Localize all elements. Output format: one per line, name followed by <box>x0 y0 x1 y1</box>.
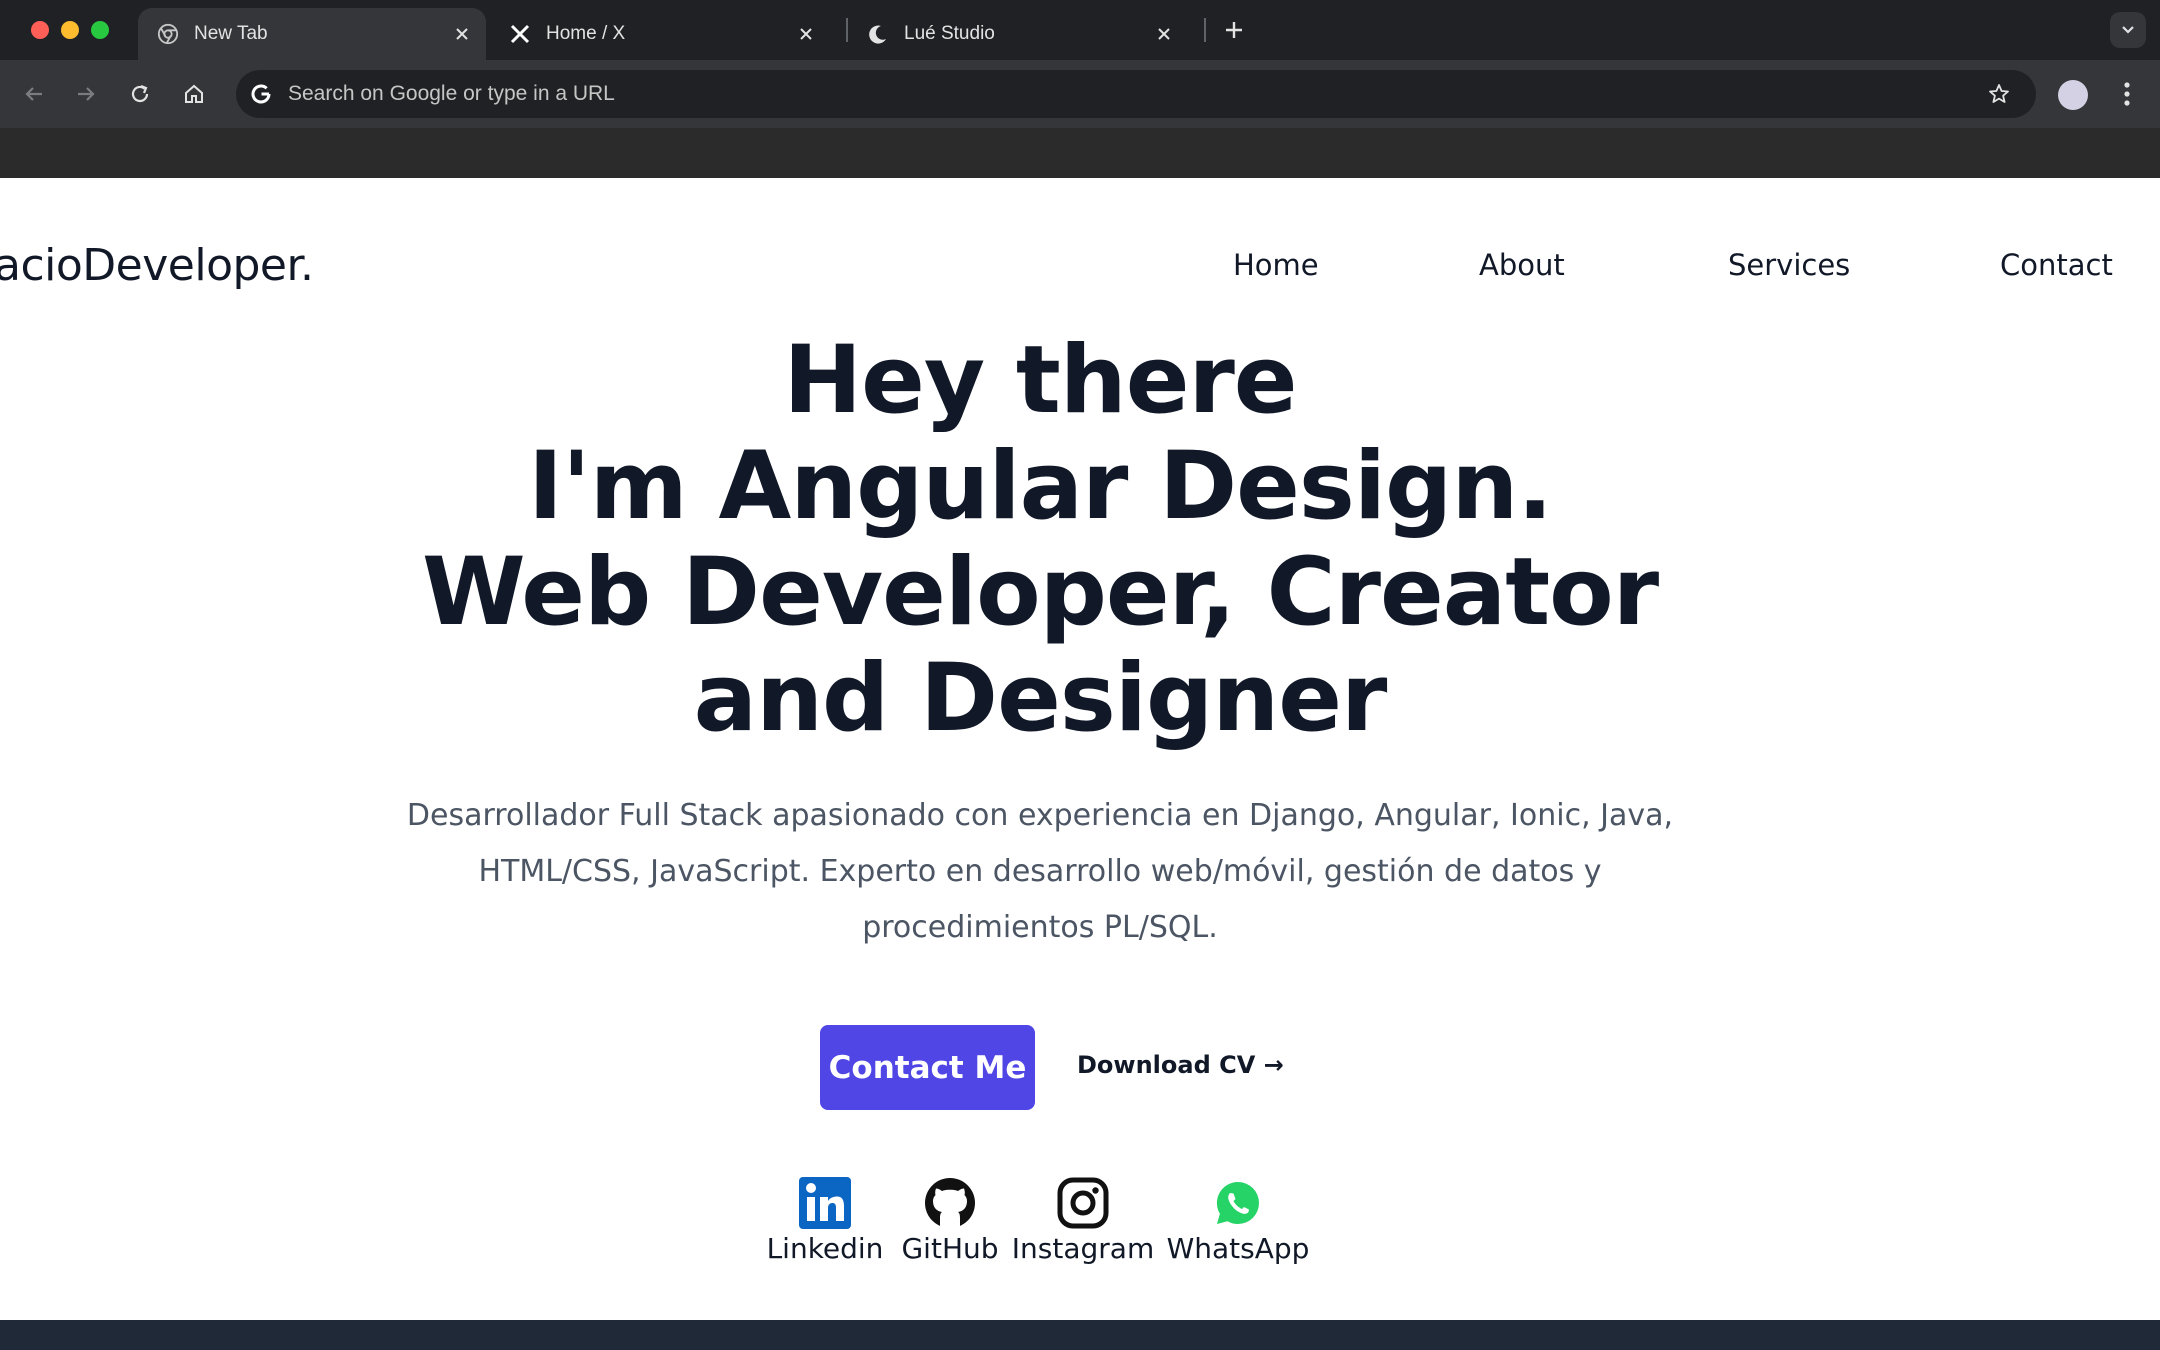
arrow-right-icon <box>78 87 95 101</box>
tab-title: Home / X <box>546 23 626 44</box>
address-bar-placeholder: Search on Google or type in a URL <box>288 82 615 105</box>
tab-title: New Tab <box>194 23 268 44</box>
hero-line: Hey there <box>783 326 1297 435</box>
profile-avatar[interactable] <box>2058 80 2088 110</box>
download-cv-link[interactable]: Download CV → <box>1077 1051 1284 1079</box>
bookmark-star-icon[interactable] <box>1984 79 2014 109</box>
hero-heading: Hey there I'm Angular Design. Web Develo… <box>240 328 1840 752</box>
social-link-instagram[interactable]: Instagram <box>1012 1176 1154 1265</box>
kebab-menu-icon <box>2124 82 2130 106</box>
tab-search-button[interactable] <box>2110 12 2146 48</box>
page-viewport: acioDeveloper. Home About Services Conta… <box>0 178 2160 1320</box>
nav-link-home[interactable]: Home <box>1233 248 1319 282</box>
new-tab-button[interactable] <box>1218 14 1250 46</box>
page-footer-edge <box>0 1320 2160 1350</box>
site-logo[interactable]: acioDeveloper. <box>0 240 314 291</box>
linkedin-icon <box>798 1176 852 1230</box>
close-icon[interactable] <box>450 22 474 46</box>
chrome-icon <box>156 22 180 46</box>
tab-lue-studio[interactable]: Lué Studio <box>848 8 1188 60</box>
home-icon <box>185 84 203 103</box>
crescent-moon-icon <box>866 22 890 46</box>
social-label: Instagram <box>1011 1232 1155 1265</box>
home-button[interactable] <box>176 76 212 112</box>
arrow-left-icon <box>25 87 42 101</box>
minimize-window-button[interactable] <box>61 21 79 39</box>
tab-strip: New Tab Home / X Lué Studio <box>0 0 2160 60</box>
x-logo-icon <box>508 22 532 46</box>
tab-title: Lué Studio <box>904 23 995 44</box>
social-label: Linkedin <box>766 1232 884 1265</box>
maximize-window-button[interactable] <box>91 21 109 39</box>
close-icon[interactable] <box>1152 22 1176 46</box>
whatsapp-icon <box>1211 1176 1265 1230</box>
nav-link-about[interactable]: About <box>1479 248 1565 282</box>
plus-icon <box>1226 22 1242 38</box>
tab-separator <box>1204 18 1206 42</box>
nav-link-contact[interactable]: Contact <box>2000 248 2113 282</box>
forward-button[interactable] <box>68 76 104 112</box>
google-g-icon <box>248 81 274 107</box>
back-button[interactable] <box>16 76 52 112</box>
social-label: WhatsApp <box>1166 1232 1310 1265</box>
description-line: HTML/CSS, JavaScript. Experto en desarro… <box>478 854 1602 889</box>
social-link-github[interactable]: GitHub <box>900 1176 1000 1265</box>
hero-line: and Designer <box>693 644 1388 753</box>
github-icon <box>923 1176 977 1230</box>
social-link-linkedin[interactable]: Linkedin <box>767 1176 883 1265</box>
contact-me-button[interactable]: Contact Me <box>820 1025 1035 1110</box>
close-icon[interactable] <box>794 22 818 46</box>
hero-line: I'm Angular Design. <box>528 432 1553 541</box>
nav-link-services[interactable]: Services <box>1728 248 1850 282</box>
description-line: procedimientos PL/SQL. <box>862 910 1218 945</box>
bookmarks-bar <box>0 128 2160 178</box>
tab-new-tab[interactable]: New Tab <box>138 8 486 60</box>
social-link-whatsapp[interactable]: WhatsApp <box>1166 1176 1310 1265</box>
chevron-down-icon <box>2122 26 2134 34</box>
reload-button[interactable] <box>122 76 158 112</box>
browser-menu-button[interactable] <box>2112 76 2142 112</box>
hero-line: Web Developer, Creator <box>421 538 1659 647</box>
instagram-icon <box>1056 1176 1110 1230</box>
address-bar[interactable]: Search on Google or type in a URL <box>236 70 2036 118</box>
hero-description: Desarrollador Full Stack apasionado con … <box>380 788 1700 956</box>
reload-icon <box>131 84 149 103</box>
social-label: GitHub <box>901 1232 999 1265</box>
browser-toolbar: Search on Google or type in a URL <box>0 60 2160 128</box>
close-window-button[interactable] <box>31 21 49 39</box>
tab-home-x[interactable]: Home / X <box>490 8 830 60</box>
description-line: Desarrollador Full Stack apasionado con … <box>406 798 1674 833</box>
